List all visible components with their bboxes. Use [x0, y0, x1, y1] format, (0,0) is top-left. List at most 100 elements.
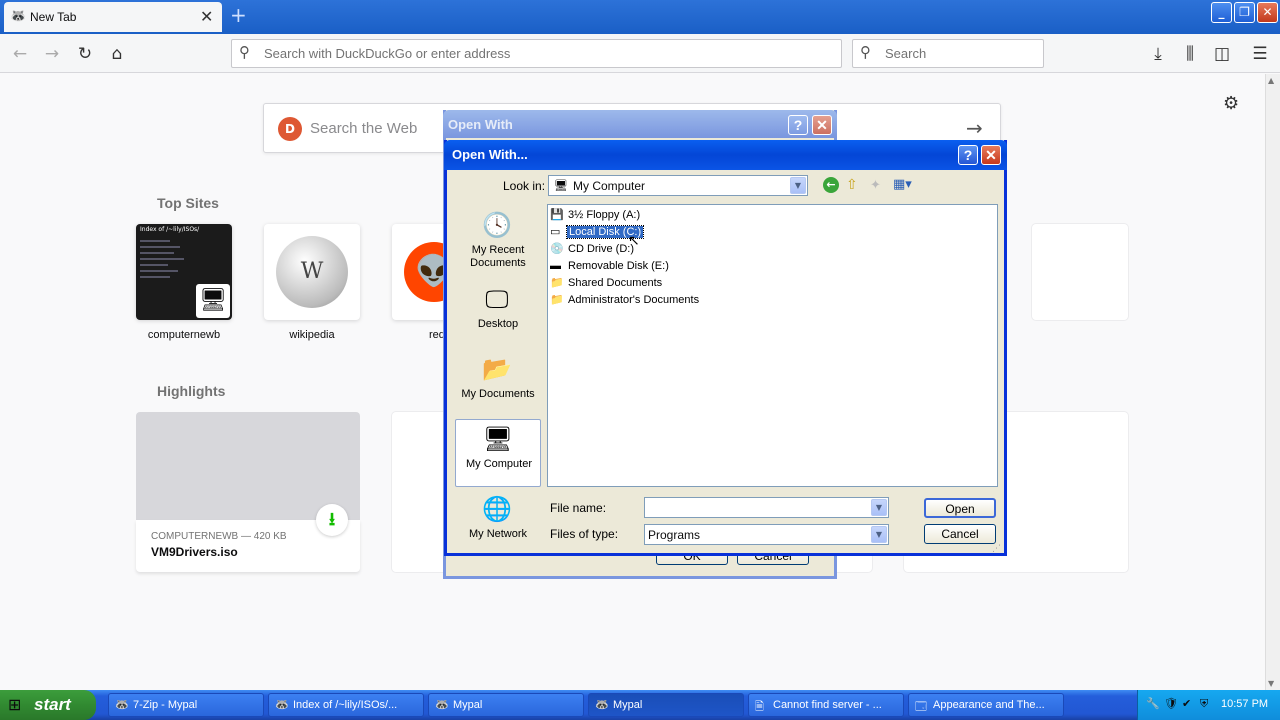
back-arrow-icon[interactable]: ←	[8, 42, 32, 66]
downloads-icon[interactable]: ⤓	[1146, 42, 1170, 66]
browser-favicon-icon: 🦝	[435, 699, 449, 711]
taskbar-item-label: Cannot find server - ...	[773, 699, 882, 711]
help-button[interactable]: ?	[788, 115, 808, 135]
file-list[interactable]: 💾 3½ Floppy (A:) ▭ Local Disk (C:) 💿 CD …	[547, 204, 998, 487]
files-of-type-select[interactable]: Programs ▼	[644, 524, 889, 545]
my-computer-icon: 🖥	[482, 426, 514, 453]
tray-network-icon[interactable]: 🔧	[1146, 697, 1160, 710]
close-window-button[interactable]: ✕	[1257, 2, 1278, 23]
start-label: start	[34, 695, 71, 714]
places-bar: 🕓 My Recent Documents 🖵 Desktop 📂 My Doc…	[455, 204, 541, 540]
computer-icon: 🖥	[196, 284, 230, 318]
floppy-drive-icon: 💾	[550, 209, 564, 221]
taskbar-item-label: 7-Zip - Mypal	[133, 699, 198, 711]
dialog-title: Open With	[448, 117, 513, 132]
minimize-window-button[interactable]: _	[1211, 2, 1232, 23]
view-menu-icon[interactable]: ▦▾	[893, 177, 912, 192]
address-bar[interactable]: ⚲ Search with DuckDuckGo or enter addres…	[231, 39, 842, 68]
help-button[interactable]: ?	[958, 145, 978, 165]
file-name-input[interactable]: ▼	[644, 497, 889, 518]
close-button[interactable]: ✕	[981, 145, 1001, 165]
tray-alert-shield-icon[interactable]: ⛨	[1200, 697, 1208, 711]
reload-icon[interactable]: ↻	[73, 42, 97, 66]
home-icon[interactable]: ⌂	[105, 42, 129, 66]
chevron-down-icon[interactable]: ▼	[871, 526, 887, 543]
place-desktop[interactable]: 🖵 Desktop	[455, 280, 541, 348]
restore-window-button[interactable]: ❐	[1234, 2, 1255, 23]
browser-favicon-icon: 🦝	[275, 699, 289, 711]
taskbar-item[interactable]: 🦝 Mypal	[428, 693, 584, 717]
tab-close-icon[interactable]: ✕	[200, 7, 213, 26]
mouse-cursor-icon: ↖	[628, 233, 640, 249]
tab-new-tab[interactable]: 🦝 New Tab ✕	[4, 2, 222, 32]
taskbar-item-label: Mypal	[613, 699, 643, 711]
new-tab-plus-icon[interactable]: +	[230, 3, 247, 27]
place-my-computer[interactable]: 🖥 My Computer	[455, 419, 541, 487]
browser-favicon-icon: 🦝	[10, 9, 27, 24]
taskbar-item[interactable]: 🗔 Appearance and The...	[908, 693, 1064, 717]
page-icon: 🗎	[755, 701, 764, 713]
search-bar-placeholder: Search	[885, 46, 927, 61]
folder-icon: 📁	[550, 294, 564, 306]
browser-favicon-icon: 🦝	[115, 699, 129, 711]
open-button[interactable]: Open	[924, 498, 996, 518]
resize-grip-icon[interactable]: ⋰	[992, 544, 1001, 554]
taskbar-item-active[interactable]: 🦝 Mypal	[588, 693, 744, 717]
thumbnail-header: Index of /~lily/ISOs/	[140, 226, 200, 233]
taskbar-item[interactable]: 🦝 Index of /~lily/ISOs/...	[268, 693, 424, 717]
taskbar-item-label: Mypal	[453, 699, 483, 711]
close-button[interactable]: ✕	[812, 115, 832, 135]
top-site-label: wikipedia	[289, 329, 335, 341]
look-in-dropdown[interactable]: 🖥 My Computer ▼	[548, 175, 808, 196]
cd-drive-icon: 💿	[550, 243, 564, 255]
place-my-recent-documents[interactable]: 🕓 My Recent Documents	[455, 206, 541, 274]
duckduckgo-logo-icon: D	[278, 117, 302, 141]
file-dialog-titlebar[interactable]: Open With... ? ✕	[444, 140, 1007, 170]
place-label: My Computer	[465, 458, 533, 470]
gear-icon[interactable]: ⚙	[1223, 93, 1239, 114]
scroll-down-icon[interactable]: ▼	[1268, 679, 1274, 688]
background-dialog-titlebar[interactable]: Open With ? ✕	[443, 110, 837, 138]
place-my-network[interactable]: 🌐 My Network	[455, 490, 541, 558]
tray-security-shield-icon[interactable]: 🛡	[1164, 697, 1178, 710]
desktop-icon: 🖵	[485, 286, 509, 313]
submit-arrow-icon[interactable]: →	[966, 116, 983, 140]
search-icon: ⚲	[860, 43, 871, 61]
top-sites-heading: Top Sites	[157, 195, 219, 211]
top-site-tile[interactable]: W	[264, 224, 360, 320]
top-site-tile[interactable]: Index of /~lily/ISOs/ 🖥	[136, 224, 232, 320]
files-of-type-label: Files of type:	[550, 527, 619, 541]
empty-top-site-tile[interactable]	[1032, 224, 1128, 320]
cancel-button[interactable]: Cancel	[924, 524, 996, 544]
page-scrollbar[interactable]: ▲ ▼	[1265, 74, 1280, 690]
dialog-title: Open With...	[452, 147, 528, 162]
forward-arrow-icon[interactable]: →	[40, 42, 64, 66]
taskbar-item[interactable]: 🦝 7-Zip - Mypal	[108, 693, 264, 717]
download-icon: ⭳	[316, 504, 348, 536]
place-label: My Network	[468, 528, 528, 540]
search-bar[interactable]: ⚲ Search	[852, 39, 1044, 68]
sidebar-icon[interactable]: ◫	[1210, 42, 1234, 66]
tray-update-icon[interactable]: ✔	[1182, 697, 1191, 710]
place-label: My Recent Documents	[470, 244, 526, 269]
library-icon[interactable]: ⫼	[1178, 42, 1202, 66]
new-folder-icon[interactable]: ✦	[870, 178, 881, 193]
taskbar-item-label: Index of /~lily/ISOs/...	[293, 699, 398, 711]
chevron-down-icon[interactable]: ▼	[871, 499, 887, 516]
up-folder-icon[interactable]: ⇧	[846, 177, 858, 193]
highlights-heading: Highlights	[157, 383, 226, 399]
start-button[interactable]: ⊞ start	[0, 690, 96, 720]
taskbar-item[interactable]: 🗎 Cannot find server - ...	[748, 693, 904, 717]
highlight-title: VM9Drivers.iso	[151, 545, 238, 559]
place-my-documents[interactable]: 📂 My Documents	[455, 350, 541, 418]
clock: 10:57 PM	[1221, 698, 1269, 710]
scroll-up-icon[interactable]: ▲	[1268, 76, 1274, 85]
tab-title: New Tab	[30, 10, 77, 24]
wikipedia-globe-icon: W	[276, 236, 348, 308]
chevron-down-icon[interactable]: ▼	[790, 177, 806, 194]
menu-hamburger-icon[interactable]: ☰	[1248, 42, 1272, 66]
file-label: Removable Disk (E:)	[568, 260, 669, 272]
place-label: My Documents	[461, 388, 535, 400]
my-documents-icon: 📂	[482, 356, 512, 383]
back-arrow-icon[interactable]: ←	[823, 177, 839, 193]
